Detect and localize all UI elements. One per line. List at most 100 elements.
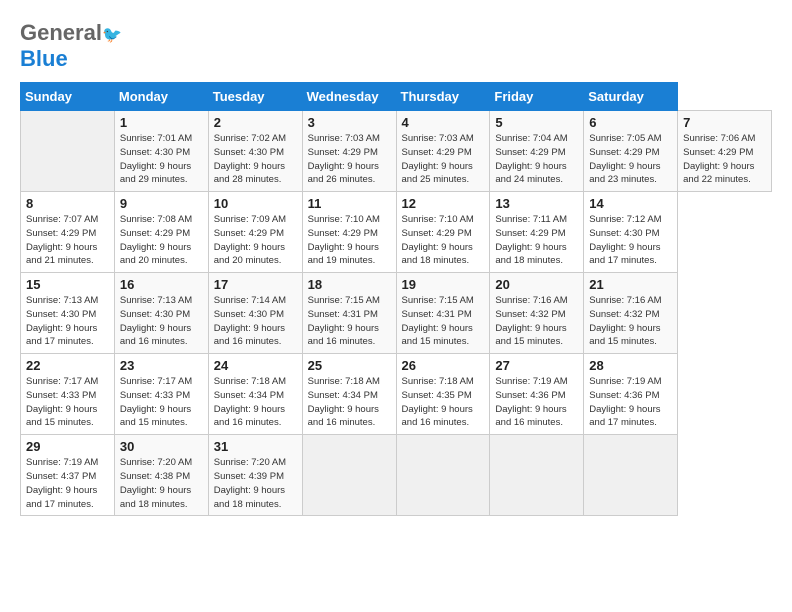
week-row-3: 15 Sunrise: 7:13 AM Sunset: 4:30 PM Dayli… [21,273,772,354]
calendar-cell: 31Sunrise: 7:20 AM Sunset: 4:39 PM Dayli… [208,435,302,516]
weekday-header-row: SundayMondayTuesdayWednesdayThursdayFrid… [21,83,772,111]
calendar-cell: 22 Sunrise: 7:17 AM Sunset: 4:33 PM Dayli… [21,354,115,435]
day-info: Sunrise: 7:09 AM Sunset: 4:29 PM Dayligh… [214,213,297,268]
day-number: 16 [120,277,203,292]
day-info: Sunrise: 7:17 AM Sunset: 4:33 PM Dayligh… [120,375,203,430]
calendar-cell [396,435,490,516]
week-row-1: 1 Sunrise: 7:01 AM Sunset: 4:30 PM Daylig… [21,111,772,192]
day-info: Sunrise: 7:08 AM Sunset: 4:29 PM Dayligh… [120,213,203,268]
calendar-cell [21,111,115,192]
calendar-cell: 21 Sunrise: 7:16 AM Sunset: 4:32 PM Dayli… [584,273,678,354]
day-info: Sunrise: 7:03 AM Sunset: 4:29 PM Dayligh… [402,132,485,187]
weekday-tuesday: Tuesday [208,83,302,111]
day-number: 4 [402,115,485,130]
day-number: 26 [402,358,485,373]
day-number: 15 [26,277,109,292]
day-number: 7 [683,115,766,130]
header: General🐦 Blue [20,20,772,72]
calendar-cell: 4 Sunrise: 7:03 AM Sunset: 4:29 PM Daylig… [396,111,490,192]
calendar-cell [584,435,678,516]
calendar-cell [490,435,584,516]
day-number: 14 [589,196,672,211]
day-info: Sunrise: 7:12 AM Sunset: 4:30 PM Dayligh… [589,213,672,268]
day-info: Sunrise: 7:13 AM Sunset: 4:30 PM Dayligh… [26,294,109,349]
day-info: Sunrise: 7:14 AM Sunset: 4:30 PM Dayligh… [214,294,297,349]
day-info: Sunrise: 7:06 AM Sunset: 4:29 PM Dayligh… [683,132,766,187]
day-number: 5 [495,115,578,130]
day-info: Sunrise: 7:03 AM Sunset: 4:29 PM Dayligh… [308,132,391,187]
calendar-cell: 5 Sunrise: 7:04 AM Sunset: 4:29 PM Daylig… [490,111,584,192]
calendar-cell: 26 Sunrise: 7:18 AM Sunset: 4:35 PM Dayli… [396,354,490,435]
day-number: 29 [26,439,109,454]
week-row-4: 22 Sunrise: 7:17 AM Sunset: 4:33 PM Dayli… [21,354,772,435]
weekday-wednesday: Wednesday [302,83,396,111]
calendar-cell: 24 Sunrise: 7:18 AM Sunset: 4:34 PM Dayli… [208,354,302,435]
calendar-header: SundayMondayTuesdayWednesdayThursdayFrid… [21,83,772,111]
day-info: Sunrise: 7:19 AM Sunset: 4:36 PM Dayligh… [495,375,578,430]
calendar-cell: 18 Sunrise: 7:15 AM Sunset: 4:31 PM Dayli… [302,273,396,354]
week-row-2: 8Sunrise: 7:07 AM Sunset: 4:29 PM Daylig… [21,192,772,273]
day-number: 22 [26,358,109,373]
day-info: Sunrise: 7:19 AM Sunset: 4:37 PM Dayligh… [26,456,109,511]
day-info: Sunrise: 7:19 AM Sunset: 4:36 PM Dayligh… [589,375,672,430]
day-info: Sunrise: 7:07 AM Sunset: 4:29 PM Dayligh… [26,213,109,268]
day-info: Sunrise: 7:16 AM Sunset: 4:32 PM Dayligh… [589,294,672,349]
day-info: Sunrise: 7:05 AM Sunset: 4:29 PM Dayligh… [589,132,672,187]
day-info: Sunrise: 7:18 AM Sunset: 4:35 PM Dayligh… [402,375,485,430]
day-info: Sunrise: 7:18 AM Sunset: 4:34 PM Dayligh… [308,375,391,430]
calendar-cell: 2 Sunrise: 7:02 AM Sunset: 4:30 PM Daylig… [208,111,302,192]
day-number: 12 [402,196,485,211]
day-number: 20 [495,277,578,292]
calendar-cell: 11Sunrise: 7:10 AM Sunset: 4:29 PM Dayli… [302,192,396,273]
day-number: 6 [589,115,672,130]
logo-general: General [20,20,102,45]
weekday-sunday: Sunday [21,83,115,111]
calendar-cell: 10 Sunrise: 7:09 AM Sunset: 4:29 PM Dayli… [208,192,302,273]
day-number: 3 [308,115,391,130]
logo: General🐦 Blue [20,20,122,72]
calendar-cell: 17Sunrise: 7:14 AM Sunset: 4:30 PM Dayli… [208,273,302,354]
day-info: Sunrise: 7:02 AM Sunset: 4:30 PM Dayligh… [214,132,297,187]
day-info: Sunrise: 7:15 AM Sunset: 4:31 PM Dayligh… [308,294,391,349]
calendar-table: SundayMondayTuesdayWednesdayThursdayFrid… [20,82,772,516]
calendar-cell: 12 Sunrise: 7:10 AM Sunset: 4:29 PM Dayli… [396,192,490,273]
day-info: Sunrise: 7:18 AM Sunset: 4:34 PM Dayligh… [214,375,297,430]
weekday-thursday: Thursday [396,83,490,111]
calendar-cell: 25 Sunrise: 7:18 AM Sunset: 4:34 PM Dayli… [302,354,396,435]
logo-blue: Blue [20,46,68,71]
day-info: Sunrise: 7:17 AM Sunset: 4:33 PM Dayligh… [26,375,109,430]
calendar-body: 1 Sunrise: 7:01 AM Sunset: 4:30 PM Daylig… [21,111,772,516]
calendar-cell: 9 Sunrise: 7:08 AM Sunset: 4:29 PM Daylig… [114,192,208,273]
day-number: 10 [214,196,297,211]
day-info: Sunrise: 7:01 AM Sunset: 4:30 PM Dayligh… [120,132,203,187]
day-number: 2 [214,115,297,130]
day-info: Sunrise: 7:04 AM Sunset: 4:29 PM Dayligh… [495,132,578,187]
calendar-cell: 7 Sunrise: 7:06 AM Sunset: 4:29 PM Daylig… [678,111,772,192]
day-number: 19 [402,277,485,292]
day-info: Sunrise: 7:20 AM Sunset: 4:39 PM Dayligh… [214,456,297,511]
calendar-cell: 23Sunrise: 7:17 AM Sunset: 4:33 PM Dayli… [114,354,208,435]
week-row-5: 29 Sunrise: 7:19 AM Sunset: 4:37 PM Dayli… [21,435,772,516]
day-number: 25 [308,358,391,373]
day-info: Sunrise: 7:15 AM Sunset: 4:31 PM Dayligh… [402,294,485,349]
day-number: 28 [589,358,672,373]
calendar-cell: 16Sunrise: 7:13 AM Sunset: 4:30 PM Dayli… [114,273,208,354]
calendar-cell: 14 Sunrise: 7:12 AM Sunset: 4:30 PM Dayli… [584,192,678,273]
day-info: Sunrise: 7:16 AM Sunset: 4:32 PM Dayligh… [495,294,578,349]
day-info: Sunrise: 7:10 AM Sunset: 4:29 PM Dayligh… [402,213,485,268]
calendar-cell: 20 Sunrise: 7:16 AM Sunset: 4:32 PM Dayli… [490,273,584,354]
calendar-cell: 8Sunrise: 7:07 AM Sunset: 4:29 PM Daylig… [21,192,115,273]
day-number: 30 [120,439,203,454]
day-number: 24 [214,358,297,373]
day-number: 27 [495,358,578,373]
day-number: 18 [308,277,391,292]
calendar-cell: 27 Sunrise: 7:19 AM Sunset: 4:36 PM Dayli… [490,354,584,435]
calendar-cell: 30Sunrise: 7:20 AM Sunset: 4:38 PM Dayli… [114,435,208,516]
calendar-cell: 15 Sunrise: 7:13 AM Sunset: 4:30 PM Dayli… [21,273,115,354]
day-number: 21 [589,277,672,292]
day-number: 1 [120,115,203,130]
day-number: 9 [120,196,203,211]
day-number: 11 [308,196,391,211]
calendar-cell: 13Sunrise: 7:11 AM Sunset: 4:29 PM Dayli… [490,192,584,273]
calendar-cell: 28 Sunrise: 7:19 AM Sunset: 4:36 PM Dayli… [584,354,678,435]
